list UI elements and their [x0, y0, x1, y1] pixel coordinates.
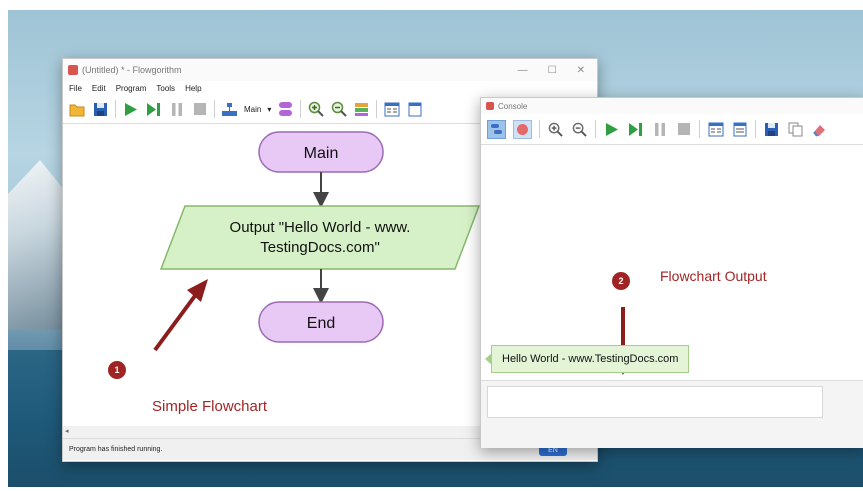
chevron-down-icon: ▾: [267, 104, 272, 114]
save-icon[interactable]: [92, 101, 109, 118]
console-title: Console: [498, 101, 528, 111]
end-terminal-label: End: [307, 315, 335, 332]
open-folder-icon[interactable]: [69, 101, 86, 118]
console-window: Console 2 Flowchart Output Hello World -…: [480, 97, 863, 448]
menu-help[interactable]: Help: [185, 84, 201, 93]
menu-file[interactable]: File: [69, 84, 82, 93]
toolbar-separator: [699, 120, 700, 138]
zoom-out-icon[interactable]: [330, 101, 347, 118]
output-shape[interactable]: [159, 205, 481, 270]
menubar: File Edit Program Tools Help: [63, 81, 597, 95]
toolbar-separator: [595, 120, 596, 138]
chat-view-icon[interactable]: [487, 119, 506, 139]
run-icon[interactable]: [122, 101, 139, 118]
flowgorithm-titlebar: (Untitled) * - Flowgorithm — ☐ ✕: [63, 59, 597, 81]
console-input-field[interactable]: [487, 386, 823, 418]
toolbar-separator: [214, 100, 215, 118]
menu-edit[interactable]: Edit: [92, 84, 106, 93]
console-pause-icon[interactable]: [651, 121, 668, 138]
toolbar-separator: [115, 100, 116, 118]
eraser-icon[interactable]: [811, 121, 828, 138]
menu-program[interactable]: Program: [116, 84, 147, 93]
stop-icon[interactable]: [191, 101, 208, 118]
scroll-left-icon[interactable]: ◂: [65, 427, 69, 435]
function-dropdown[interactable]: Main ▾: [244, 105, 271, 114]
function-dropdown-label: Main: [244, 104, 262, 114]
console-zoom-out-icon[interactable]: [571, 121, 588, 138]
record-icon[interactable]: [513, 119, 532, 139]
window-title: (Untitled) * - Flowgorithm: [82, 65, 182, 75]
toolbar-separator: [539, 120, 540, 138]
copy-icon[interactable]: [787, 121, 804, 138]
step-icon[interactable]: [145, 101, 162, 118]
add-function-icon[interactable]: [277, 101, 294, 118]
status-text: Program has finished running.: [69, 446, 163, 453]
toolbar-separator: [755, 120, 756, 138]
annotation-number-2: 2: [612, 272, 630, 290]
console-step-icon[interactable]: [627, 121, 644, 138]
maximize-button[interactable]: ☐: [548, 65, 557, 76]
toolbar-separator: [376, 100, 378, 118]
console-output-bubble: Hello World - www.TestingDocs.com: [484, 345, 690, 373]
annotation-label-flowchart-output: Flowchart Output: [660, 268, 767, 284]
minimize-button[interactable]: —: [518, 65, 528, 76]
annotation-label-simple-flowchart: Simple Flowchart: [152, 398, 268, 415]
console-document-icon[interactable]: [731, 121, 748, 138]
start-terminal-label: Main: [304, 145, 339, 162]
annotation-number-1: 1: [108, 361, 126, 379]
console-output-area: 2 Flowchart Output Hello World - www.Tes…: [481, 145, 863, 382]
console-window-icon[interactable]: [406, 101, 423, 118]
output-shape-line1: Output "Hello World - www.: [230, 219, 411, 236]
flowgorithm-app-icon: [68, 65, 78, 75]
zoom-in-icon[interactable]: [307, 101, 324, 118]
pause-icon[interactable]: [168, 101, 185, 118]
console-save-icon[interactable]: [763, 121, 780, 138]
toolbar-separator: [300, 100, 302, 118]
console-app-icon: [486, 102, 494, 110]
output-shape-line2: TestingDocs.com": [260, 239, 380, 256]
layout-icon[interactable]: [221, 101, 238, 118]
console-titlebar: Console: [481, 98, 863, 114]
close-button[interactable]: ✕: [577, 65, 585, 76]
console-zoom-in-icon[interactable]: [547, 121, 564, 138]
menu-tools[interactable]: Tools: [156, 84, 175, 93]
console-output-text: Hello World - www.TestingDocs.com: [502, 353, 679, 365]
console-toolbar: [481, 114, 863, 145]
source-viewer-icon[interactable]: [383, 101, 400, 118]
console-source-icon[interactable]: [707, 121, 724, 138]
console-stop-icon[interactable]: [675, 121, 692, 138]
annotation-arrow-1: [153, 287, 202, 352]
console-run-icon[interactable]: [603, 121, 620, 138]
annotation-arrowhead-1: [187, 279, 208, 302]
style-icon[interactable]: [353, 101, 370, 118]
